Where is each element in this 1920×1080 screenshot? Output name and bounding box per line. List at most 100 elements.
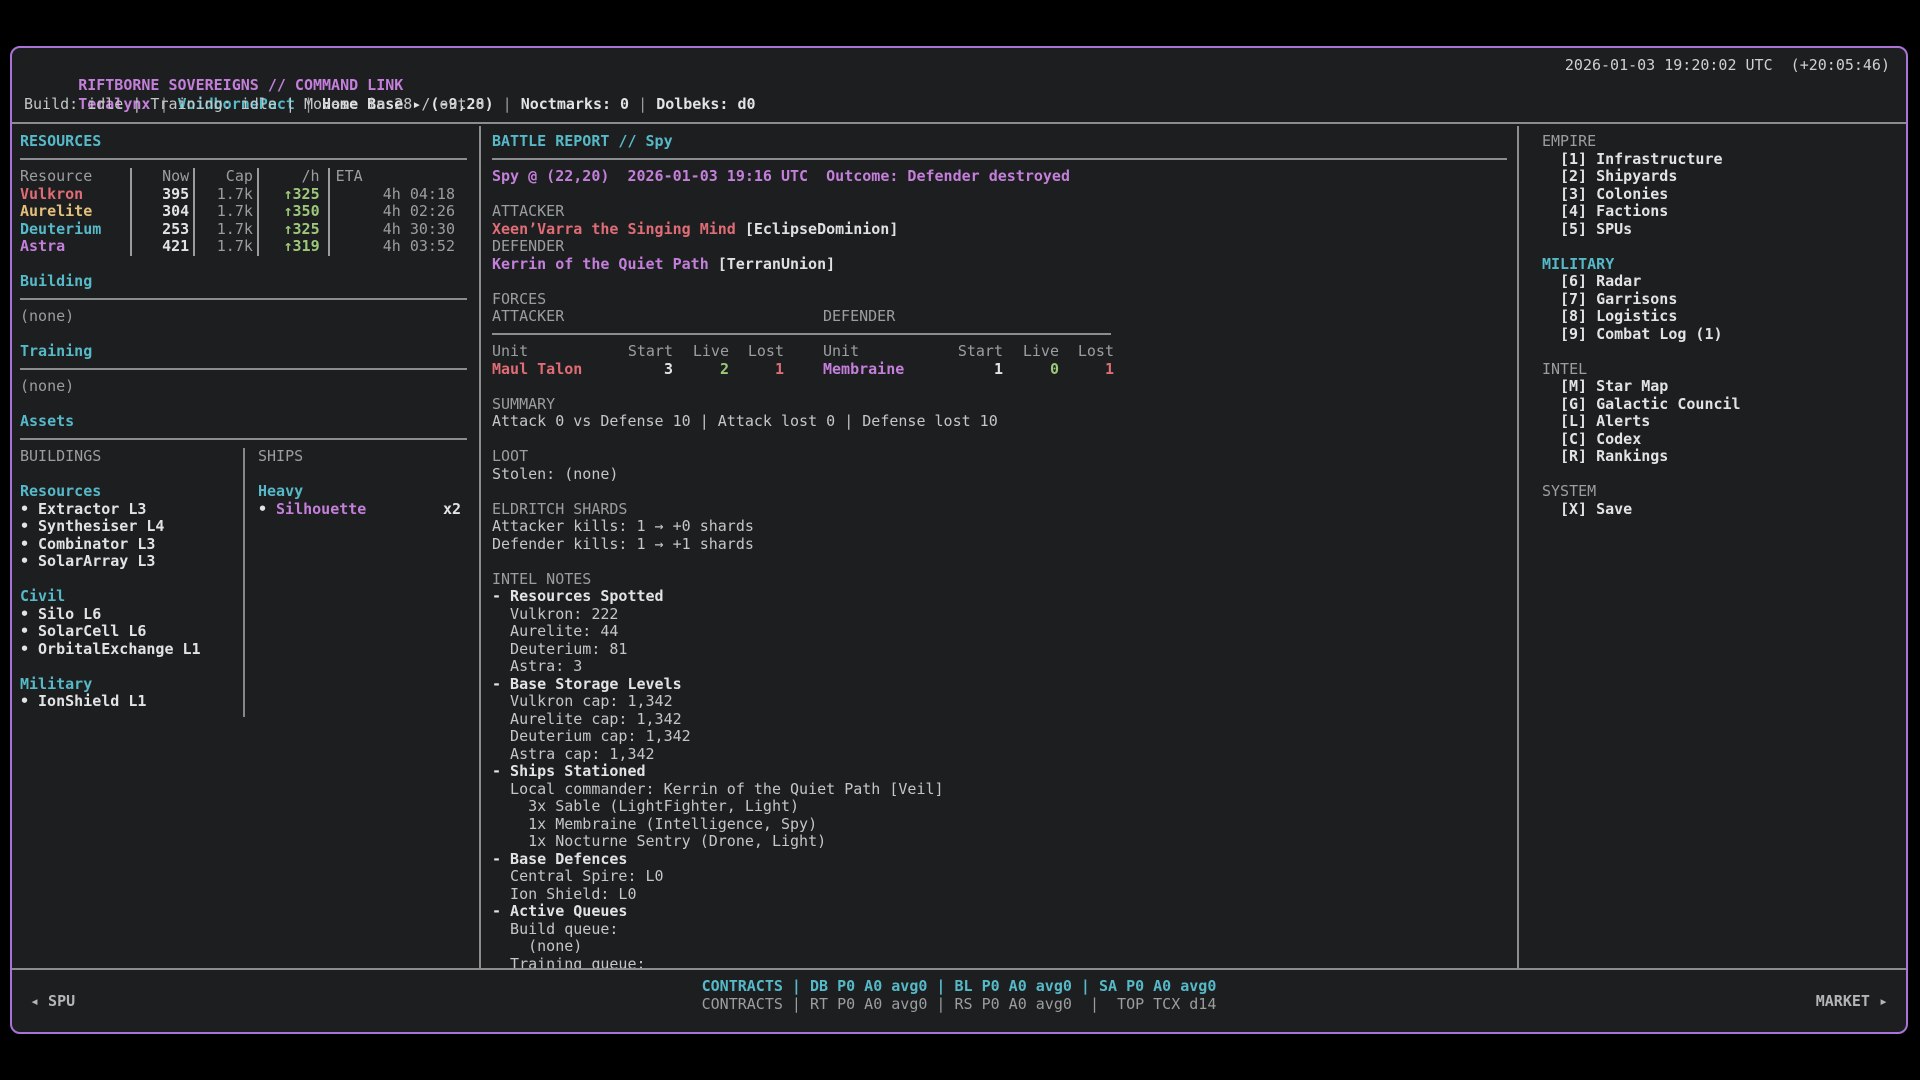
menu-item-combat-log[interactable]: [9]Combat Log (1) <box>1542 326 1898 344</box>
footer-spu-nav[interactable]: ◂ SPU <box>30 992 75 1010</box>
table-row: Vulkron3951.7k↑3254h 04:18 <box>20 186 467 204</box>
menu-item-save[interactable]: [X]Save <box>1542 501 1898 519</box>
divider <box>492 326 1111 344</box>
main-area: RESOURCES ResourceNowCap/hETA Vulkron395… <box>12 126 1906 968</box>
contracts-ticker: CONTRACTS | DB P0 A0 avg0 | BL P0 A0 avg… <box>702 978 1217 1013</box>
menu-item-radar[interactable]: [6]Radar <box>1542 273 1898 291</box>
building-group-military: Military <box>20 675 92 693</box>
separator: | <box>638 95 647 113</box>
list-item: •SolarArray L3 <box>20 553 243 571</box>
intel-note-line: 1x Nocturne Sentry (Drone, Light) <box>492 833 1507 851</box>
menu-section-title-intel: INTEL <box>1542 361 1898 379</box>
menu-item-alerts[interactable]: [L]Alerts <box>1542 413 1898 431</box>
intel-note-line: Build queue: <box>492 921 1507 939</box>
menu-section-title-empire: EMPIRE <box>1542 133 1898 151</box>
summary-label: SUMMARY <box>492 396 1507 414</box>
resources-title: RESOURCES <box>20 132 101 150</box>
footer-market-nav[interactable]: MARKET ▸ <box>1816 992 1888 1010</box>
menu-item-galactic-council[interactable]: [G]Galactic Council <box>1542 396 1898 414</box>
bullet-icon: • <box>258 500 267 518</box>
intel-note-line: Training queue: <box>492 956 1507 969</box>
intel-note-head: - Resources Spotted <box>492 588 1507 606</box>
table-row: Aurelite3041.7k↑3504h 02:26 <box>20 203 467 221</box>
ship-name: Silhouette <box>276 500 366 518</box>
list-item: •SolarCell L6 <box>20 623 243 641</box>
ships-panel: SHIPS Heavy • Silhouette x2 <box>245 448 467 717</box>
defender-unit-name: Membraine <box>823 361 944 379</box>
training-section-title: Training <box>20 342 92 360</box>
intel-note-line: Deuterium cap: 1,342 <box>492 728 1507 746</box>
loot-text: Stolen: (none) <box>492 466 1507 484</box>
intel-note-line: Astra cap: 1,342 <box>492 746 1507 764</box>
buildings-title: BUILDINGS <box>20 448 243 466</box>
table-row: Astra4211.7k↑3194h 03:52 <box>20 238 467 256</box>
ships-title: SHIPS <box>258 448 467 466</box>
assets-section-title: Assets <box>20 412 74 430</box>
summary-text: Attack 0 vs Defense 10 | Attack lost 0 |… <box>492 413 1507 431</box>
battle-report-title: BATTLE REPORT // Spy <box>492 132 673 150</box>
bullet-icon: • <box>20 605 29 623</box>
menu-section-title-military: MILITARY <box>1542 256 1898 274</box>
list-item: •Extractor L3 <box>20 501 243 519</box>
buildings-panel: BUILDINGS Resources •Extractor L3 •Synth… <box>20 448 245 717</box>
intel-note-line: Aurelite cap: 1,342 <box>492 711 1507 729</box>
menu-panel: EMPIRE [1]Infrastructure [2]Shipyards [3… <box>1519 126 1906 968</box>
bullet-icon: • <box>20 552 29 570</box>
intel-note-line: Aurelite: 44 <box>492 623 1507 641</box>
attacker-name: Xeen’Varra the Singing Mind <box>492 220 736 238</box>
intel-note-line: 1x Membraine (Intelligence, Spy) <box>492 816 1507 834</box>
contracts-ticker-line-2: CONTRACTS | RT P0 A0 avg0 | RS P0 A0 avg… <box>702 996 1217 1014</box>
menu-item-infrastructure[interactable]: [1]Infrastructure <box>1542 151 1898 169</box>
intel-note-head: - Base Defences <box>492 851 1507 869</box>
forces-side-labels: ATTACKERDEFENDER <box>492 308 1507 326</box>
defender-name: Kerrin of the Quiet Path <box>492 255 709 273</box>
intel-note-line: Vulkron: 222 <box>492 606 1507 624</box>
forces-table-row: Maul Talon321Membraine101 <box>492 361 1507 379</box>
intel-note-line: Local commander: Kerrin of the Quiet Pat… <box>492 781 1507 799</box>
building-section-title: Building <box>20 272 92 290</box>
noctmarks-counter: Noctmarks: 0 <box>521 95 629 113</box>
training-queue-empty: (none) <box>20 378 467 396</box>
building-group-civil: Civil <box>20 587 65 605</box>
attacker-unit-name: Maul Talon <box>492 361 614 379</box>
intel-notes-label: INTEL NOTES <box>492 571 1507 589</box>
forces-table-header: UnitStartLiveLostUnitStartLiveLost <box>492 343 1507 361</box>
footer: ◂ SPU CONTRACTS | DB P0 A0 avg0 | BL P0 … <box>12 968 1906 1032</box>
intel-note-head: - Base Storage Levels <box>492 676 1507 694</box>
menu-item-rankings[interactable]: [R]Rankings <box>1542 448 1898 466</box>
building-group-resources: Resources <box>20 482 101 500</box>
menu-item-factions[interactable]: [4]Factions <box>1542 203 1898 221</box>
divider <box>20 291 467 309</box>
menu-item-codex[interactable]: [C]Codex <box>1542 431 1898 449</box>
menu-item-colonies[interactable]: [3]Colonies <box>1542 186 1898 204</box>
defender-label: DEFENDER <box>492 238 1507 256</box>
contracts-ticker-line-1: CONTRACTS | DB P0 A0 avg0 | BL P0 A0 avg… <box>702 978 1217 996</box>
intel-note-line: Ion Shield: L0 <box>492 886 1507 904</box>
ship-count: x2 <box>443 501 461 519</box>
intel-note-line: Vulkron cap: 1,342 <box>492 693 1507 711</box>
menu-item-star-map[interactable]: [M]Star Map <box>1542 378 1898 396</box>
bullet-icon: • <box>20 692 29 710</box>
menu-item-logistics[interactable]: [8]Logistics <box>1542 308 1898 326</box>
menu-item-spus[interactable]: [5]SPUs <box>1542 221 1898 239</box>
divider <box>492 151 1507 169</box>
ship-group-heavy: Heavy <box>258 482 303 500</box>
separator: | <box>503 95 512 113</box>
attacker-label: ATTACKER <box>492 203 1507 221</box>
battle-report-panel: BATTLE REPORT // Spy Spy @ (22,20) 2026-… <box>481 126 1519 968</box>
intel-note-head: - Active Queues <box>492 903 1507 921</box>
bullet-icon: • <box>20 500 29 518</box>
defender-faction: [TerranUnion] <box>718 255 835 273</box>
app-title: RIFTBORNE SOVEREIGNS // COMMAND LINK <box>78 76 403 94</box>
table-row: Deuterium2531.7k↑3254h 30:30 <box>20 221 467 239</box>
list-item: •Synthesiser L4 <box>20 518 243 536</box>
menu-item-shipyards[interactable]: [2]Shipyards <box>1542 168 1898 186</box>
loot-label: LOOT <box>492 448 1507 466</box>
overview-panel: RESOURCES ResourceNowCap/hETA Vulkron395… <box>12 126 481 968</box>
intel-note-line: (none) <box>492 938 1507 956</box>
building-queue-empty: (none) <box>20 308 467 326</box>
header: RIFTBORNE SOVEREIGNS // COMMAND LINK 202… <box>12 48 1906 124</box>
menu-item-garrisons[interactable]: [7]Garrisons <box>1542 291 1898 309</box>
divider <box>20 151 467 169</box>
bullet-icon: • <box>20 535 29 553</box>
